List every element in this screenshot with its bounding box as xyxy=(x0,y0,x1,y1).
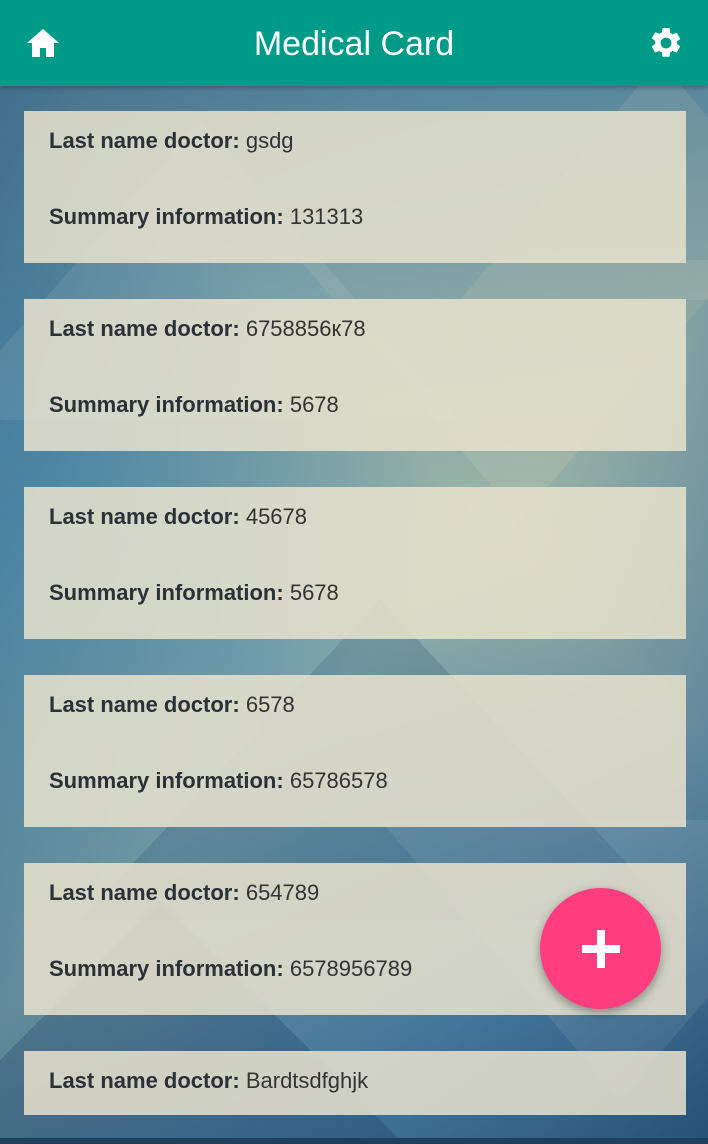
summary-label: Summary information: xyxy=(49,956,284,981)
summary-value: 6578956789 xyxy=(289,956,413,981)
doctor-label: Last name doctor: xyxy=(49,316,240,341)
doctor-label: Last name doctor: xyxy=(49,880,240,905)
doctor-value: 6758856к78 xyxy=(245,316,366,341)
doctor-row: Last name doctor: Bardtsdfghjk xyxy=(49,1067,686,1095)
doctor-row: Last name doctor: 45678 xyxy=(49,503,686,531)
record-card[interactable]: Last name doctor: gsdg Summary informati… xyxy=(24,111,686,263)
doctor-label: Last name doctor: xyxy=(49,1068,240,1093)
bottom-edge xyxy=(0,1138,708,1144)
summary-label: Summary information: xyxy=(49,392,284,417)
add-record-button[interactable] xyxy=(540,888,661,1009)
summary-label: Summary information: xyxy=(49,204,284,229)
doctor-label: Last name doctor: xyxy=(49,692,240,717)
doctor-value: 6578 xyxy=(245,692,295,717)
doctor-value: 45678 xyxy=(245,504,308,529)
app-title: Medical Card xyxy=(253,25,455,63)
record-card[interactable]: Last name doctor: Bardtsdfghjk xyxy=(24,1051,686,1115)
summary-row: Summary information: 5678 xyxy=(49,579,686,607)
plus-icon xyxy=(581,929,620,968)
doctor-row: Last name doctor: 6578 xyxy=(49,691,686,719)
doctor-label: Last name doctor: xyxy=(49,504,240,529)
summary-row: Summary information: 131313 xyxy=(49,203,686,231)
record-card[interactable]: Last name doctor: 6758856к78 Summary inf… xyxy=(24,299,686,451)
record-card[interactable]: Last name doctor: 45678 Summary informat… xyxy=(24,487,686,639)
summary-value: 131313 xyxy=(289,204,364,229)
doctor-value: 654789 xyxy=(245,880,320,905)
summary-value: 5678 xyxy=(289,392,339,417)
app-bar: Medical Card xyxy=(0,0,708,86)
summary-row: Summary information: 5678 xyxy=(49,391,686,419)
doctor-row: Last name doctor: gsdg xyxy=(49,127,686,155)
summary-value: 5678 xyxy=(289,580,339,605)
gear-icon xyxy=(651,27,681,57)
doctor-row: Last name doctor: 6758856к78 xyxy=(49,315,686,343)
summary-label: Summary information: xyxy=(49,768,284,793)
record-card[interactable]: Last name doctor: 6578 Summary informati… xyxy=(24,675,686,827)
summary-label: Summary information: xyxy=(49,580,284,605)
medical-card-screen: Medical Card Last name doctor: gsdg Summ… xyxy=(0,0,708,1144)
summary-value: 65786578 xyxy=(289,768,388,793)
summary-row: Summary information: 65786578 xyxy=(49,767,686,795)
doctor-label: Last name doctor: xyxy=(49,128,240,153)
settings-button[interactable] xyxy=(644,21,688,65)
doctor-value: Bardtsdfghjk xyxy=(245,1068,369,1093)
doctor-value: gsdg xyxy=(245,128,294,153)
